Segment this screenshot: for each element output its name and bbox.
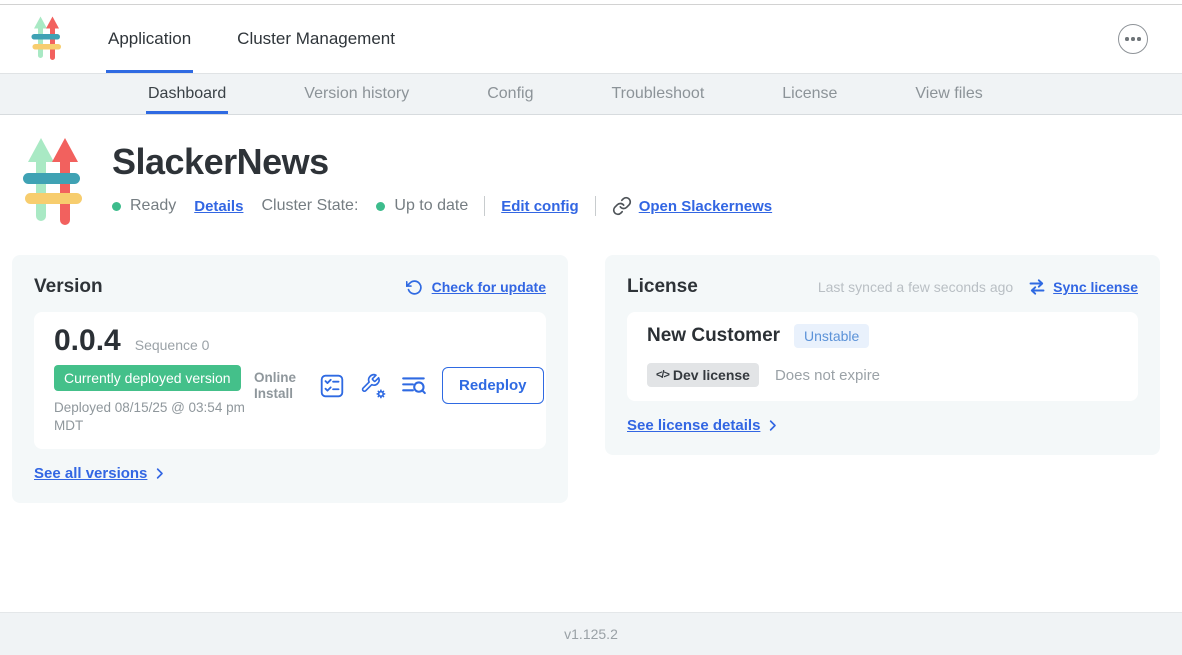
license-type-badge: </> Dev license	[647, 363, 759, 387]
deployed-badge: Currently deployed version	[54, 365, 241, 391]
console-footer: v1.125.2	[0, 612, 1182, 655]
app-logo-icon	[22, 137, 82, 229]
main-content: SlackerNews Ready Details Cluster State:…	[0, 115, 1182, 612]
brand-logo-icon	[30, 16, 62, 62]
ellipsis-icon	[1131, 37, 1135, 41]
check-for-update-label: Check for update	[432, 279, 546, 295]
app-status-dot	[112, 202, 121, 211]
channel-badge: Unstable	[794, 324, 869, 348]
see-all-versions-link[interactable]: See all versions	[34, 465, 167, 482]
app-header: SlackerNews Ready Details Cluster State:…	[0, 115, 1182, 229]
customer-name: New Customer	[647, 325, 780, 347]
app-status-text: Ready	[130, 197, 176, 215]
license-type-label: Dev license	[673, 367, 750, 383]
chevron-right-icon	[152, 466, 167, 481]
overflow-menu-button[interactable]	[1118, 24, 1148, 54]
see-license-details-link[interactable]: See license details	[627, 417, 780, 434]
tab-license[interactable]: License	[780, 74, 839, 114]
license-card: License Last synced a few seconds ago	[605, 255, 1160, 455]
expiration-text: Does not expire	[775, 367, 880, 384]
version-card-title: Version	[34, 276, 103, 298]
code-icon: </>	[656, 369, 669, 381]
top-nav-tabs: Application Cluster Management	[106, 5, 439, 73]
tab-cluster-management[interactable]: Cluster Management	[235, 5, 397, 73]
current-version-panel: 0.0.4 Sequence 0 Currently deployed vers…	[34, 312, 546, 449]
cluster-state-label: Cluster State:	[261, 197, 358, 215]
config-wrench-icon[interactable]	[360, 373, 386, 399]
tab-view-files[interactable]: View files	[913, 74, 984, 114]
refresh-icon	[406, 279, 423, 296]
tab-troubleshoot[interactable]: Troubleshoot	[609, 74, 706, 114]
divider	[484, 196, 485, 216]
license-panel: New Customer Unstable </> Dev license Do…	[627, 312, 1138, 401]
divider	[595, 196, 596, 216]
tab-application[interactable]: Application	[106, 5, 193, 73]
tab-version-history[interactable]: Version history	[302, 74, 411, 114]
view-logs-icon[interactable]	[401, 373, 427, 399]
see-license-details-label: See license details	[627, 417, 760, 434]
version-number: 0.0.4	[54, 324, 121, 358]
preflight-checklist-icon[interactable]	[319, 373, 345, 399]
tab-dashboard[interactable]: Dashboard	[146, 74, 228, 114]
chevron-right-icon	[765, 418, 780, 433]
license-card-title: License	[627, 276, 698, 298]
console-version: v1.125.2	[564, 626, 618, 642]
app-status-row: Ready Details Cluster State: Up to date …	[112, 196, 772, 216]
top-nav: Application Cluster Management	[0, 5, 1182, 73]
app-sub-nav: Dashboard Version history Config Trouble…	[0, 73, 1182, 115]
sync-license-link[interactable]: Sync license	[1028, 278, 1138, 296]
last-synced-text: Last synced a few seconds ago	[818, 279, 1013, 295]
ellipsis-icon	[1137, 37, 1141, 41]
edit-config-link[interactable]: Edit config	[501, 198, 579, 215]
see-all-versions-label: See all versions	[34, 465, 147, 482]
cluster-state-dot	[376, 202, 385, 211]
sync-arrows-icon	[1028, 278, 1046, 296]
version-card: Version Check for update 0.0.4 Sequence …	[12, 255, 568, 503]
deployed-timestamp: Deployed 08/15/25 @ 03:54 pm MDT	[54, 399, 254, 435]
ellipsis-icon	[1125, 37, 1129, 41]
sync-license-label: Sync license	[1053, 279, 1138, 295]
link-icon	[612, 196, 632, 216]
open-app-link-label: Open Slackernews	[639, 198, 772, 215]
redeploy-button[interactable]: Redeploy	[442, 367, 544, 404]
tab-config[interactable]: Config	[485, 74, 535, 114]
status-details-link[interactable]: Details	[194, 198, 243, 215]
install-type-label: Online Install	[254, 370, 304, 402]
check-for-update-link[interactable]: Check for update	[406, 279, 546, 296]
page-title: SlackerNews	[112, 141, 772, 183]
cluster-state-text: Up to date	[394, 197, 468, 215]
sequence-label: Sequence 0	[135, 337, 210, 353]
open-app-link[interactable]: Open Slackernews	[612, 196, 772, 216]
